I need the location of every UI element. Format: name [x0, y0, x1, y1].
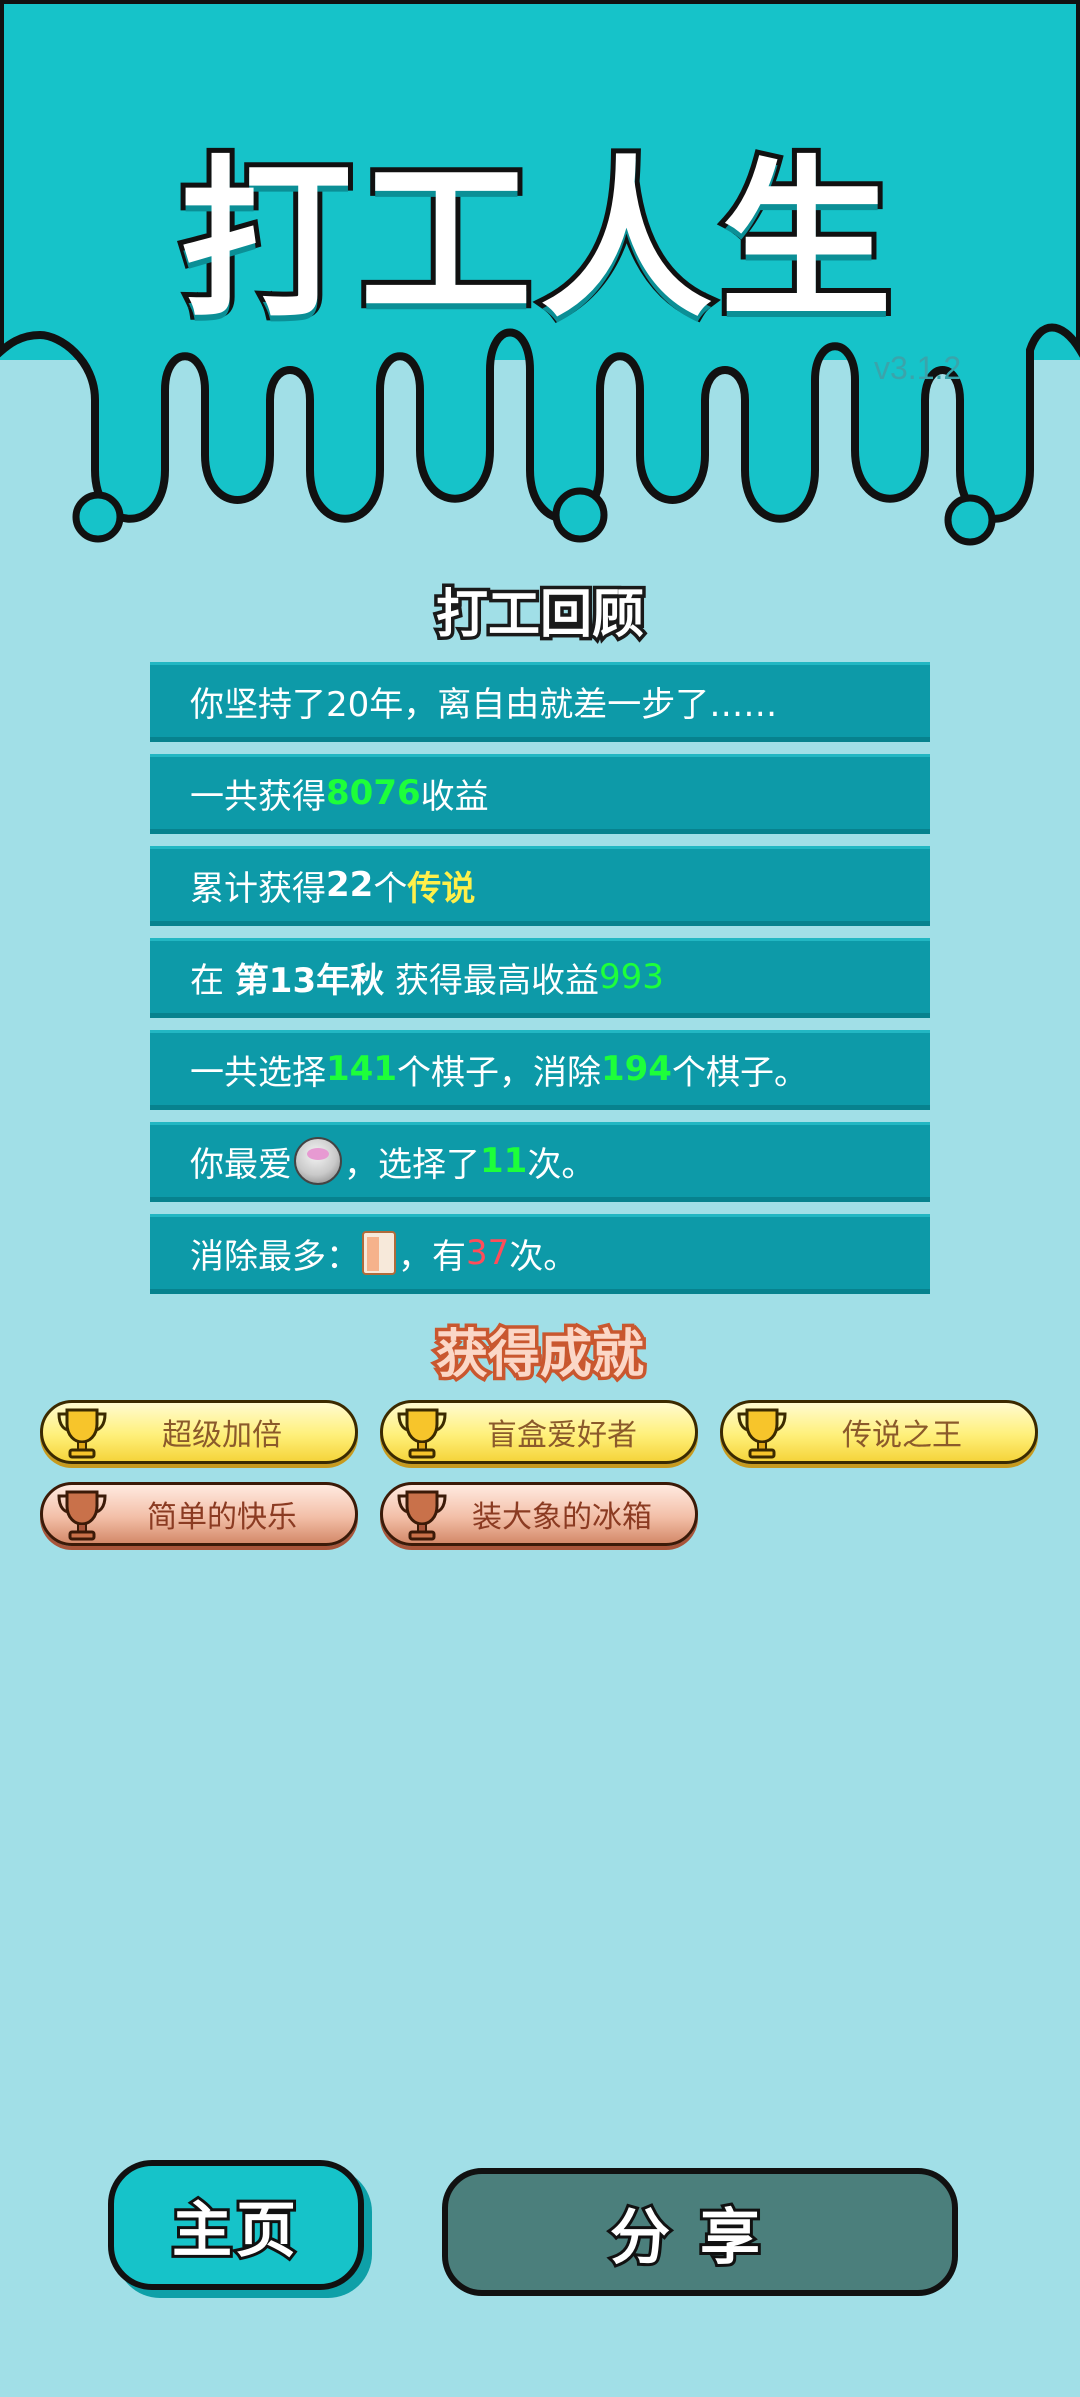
version-label: v3.1.2 [874, 350, 962, 386]
most-removed-middle: ，有 [398, 1236, 466, 1277]
home-button-label: 主页 [169, 2193, 300, 2269]
achievement-badge-blind-box-lover[interactable]: 盲盒爱好者 [380, 1400, 698, 1464]
review-row-favorite: 你最爱 ，选择了 11 次。 [150, 1122, 930, 1202]
review-row-pieces: 一共选择 141 个棋子，消除 194 个棋子。 [150, 1030, 930, 1110]
legends-unit: 个 [373, 868, 408, 909]
home-button[interactable]: 主页 [108, 2160, 364, 2290]
achievement-badge-super-double[interactable]: 超级加倍 [40, 1400, 358, 1464]
achievement-badge-elephant-fridge[interactable]: 装大象的冰箱 [380, 1482, 698, 1546]
achievement-label: 传说之王 [842, 1418, 962, 1453]
fridge-icon [362, 1231, 396, 1275]
review-row-legends: 累计获得 22 个传说 [150, 846, 930, 926]
bronze-trophy-icon [397, 1490, 447, 1541]
best-season-middle: 获得最高收益 [384, 960, 599, 1001]
review-row-years: 你坚持了20年，离自由就差一步了…… [150, 662, 930, 742]
pieces-prefix: 一共选择 [190, 1052, 326, 1093]
legends-label: 传说 [407, 868, 476, 909]
years-text: 你坚持了20年，离自由就差一步了…… [190, 684, 778, 725]
achievement-badge-legend-king[interactable]: 传说之王 [720, 1400, 1038, 1464]
favorite-count: 11 [480, 1141, 528, 1181]
achievements-title: 获得成就 [432, 1322, 647, 1389]
legends-count: 22 [326, 865, 374, 905]
best-season-prefix: 在 [190, 960, 235, 1001]
game-title: 打工人生 [175, 135, 900, 346]
gold-trophy-icon [737, 1408, 787, 1459]
bronze-trophy-icon [57, 1490, 107, 1541]
favorite-middle: ，选择了 [344, 1144, 480, 1185]
most-removed-suffix: 次。 [509, 1236, 578, 1277]
pieces-suffix: 个棋子。 [671, 1052, 808, 1093]
share-button-label: 分享 [607, 2200, 790, 2276]
achievement-label: 简单的快乐 [147, 1500, 297, 1535]
most-removed-prefix: 消除最多： [190, 1236, 360, 1277]
gold-trophy-icon [397, 1408, 447, 1459]
achievement-label: 装大象的冰箱 [472, 1500, 652, 1535]
gold-trophy-icon [57, 1408, 107, 1459]
review-row-earnings: 一共获得 8076 收益 [150, 754, 930, 834]
best-season-earnings: 993 [598, 957, 664, 997]
pieces-middle: 个棋子，消除 [396, 1052, 601, 1093]
achievement-label: 超级加倍 [162, 1418, 282, 1453]
best-season-value: 第13年秋 [234, 960, 385, 1001]
share-button[interactable]: 分享 [442, 2168, 958, 2296]
earnings-suffix: 收益 [420, 776, 489, 817]
most-removed-count: 37 [466, 1233, 510, 1273]
pieces-selected: 141 [326, 1049, 397, 1089]
earnings-value: 8076 [326, 773, 421, 813]
review-row-most-removed: 消除最多： ，有 37 次。 [150, 1214, 930, 1294]
review-row-best-season: 在 第13年秋 获得最高收益 993 [150, 938, 930, 1018]
rice-cooker-egg-icon [294, 1137, 342, 1185]
legends-prefix: 累计获得 [190, 868, 326, 909]
favorite-prefix: 你最爱 [190, 1144, 292, 1185]
review-title: 打工回顾 [432, 582, 647, 649]
pieces-removed: 194 [600, 1049, 672, 1089]
favorite-suffix: 次。 [527, 1144, 596, 1185]
achievement-label: 盲盒爱好者 [487, 1418, 637, 1453]
achievement-badge-simple-happiness[interactable]: 简单的快乐 [40, 1482, 358, 1546]
earnings-prefix: 一共获得 [190, 776, 326, 817]
